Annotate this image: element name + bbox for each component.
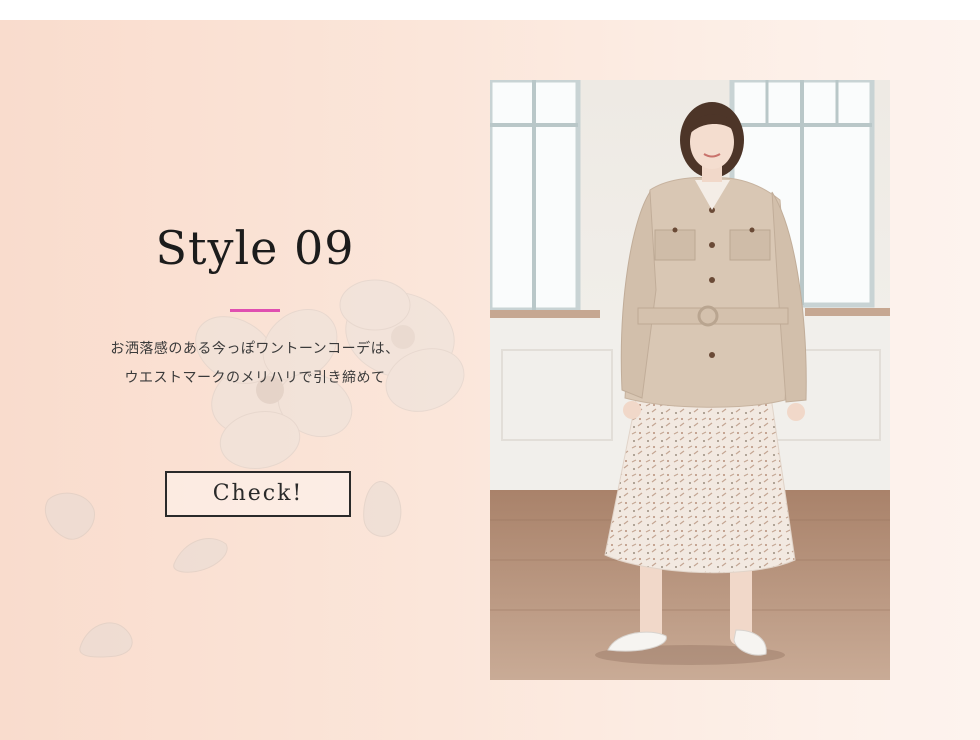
description-line: ウエストマークのメリハリで引き締めて	[124, 370, 386, 386]
style-09-section: Style 09 お洒落感のある今っぽワントーンコーデは、 ウエストマークのメリ…	[0, 0, 980, 740]
title-underline	[230, 309, 280, 312]
content-band: Style 09 お洒落感のある今っぽワントーンコーデは、 ウエストマークのメリ…	[0, 20, 980, 740]
description-line: お洒落感のある今っぽワントーンコーデは、	[110, 341, 400, 357]
style-title: Style 09	[155, 221, 355, 275]
petal-icon	[363, 481, 402, 537]
style-description: お洒落感のある今っぽワントーンコーデは、 ウエストマークのメリハリで引き締めて	[0, 335, 510, 393]
petal-icon	[173, 538, 228, 573]
petal-icon	[79, 622, 133, 658]
check-button[interactable]: Check!	[165, 471, 351, 517]
model-photo[interactable]	[490, 80, 890, 680]
petal-icon	[44, 492, 95, 540]
